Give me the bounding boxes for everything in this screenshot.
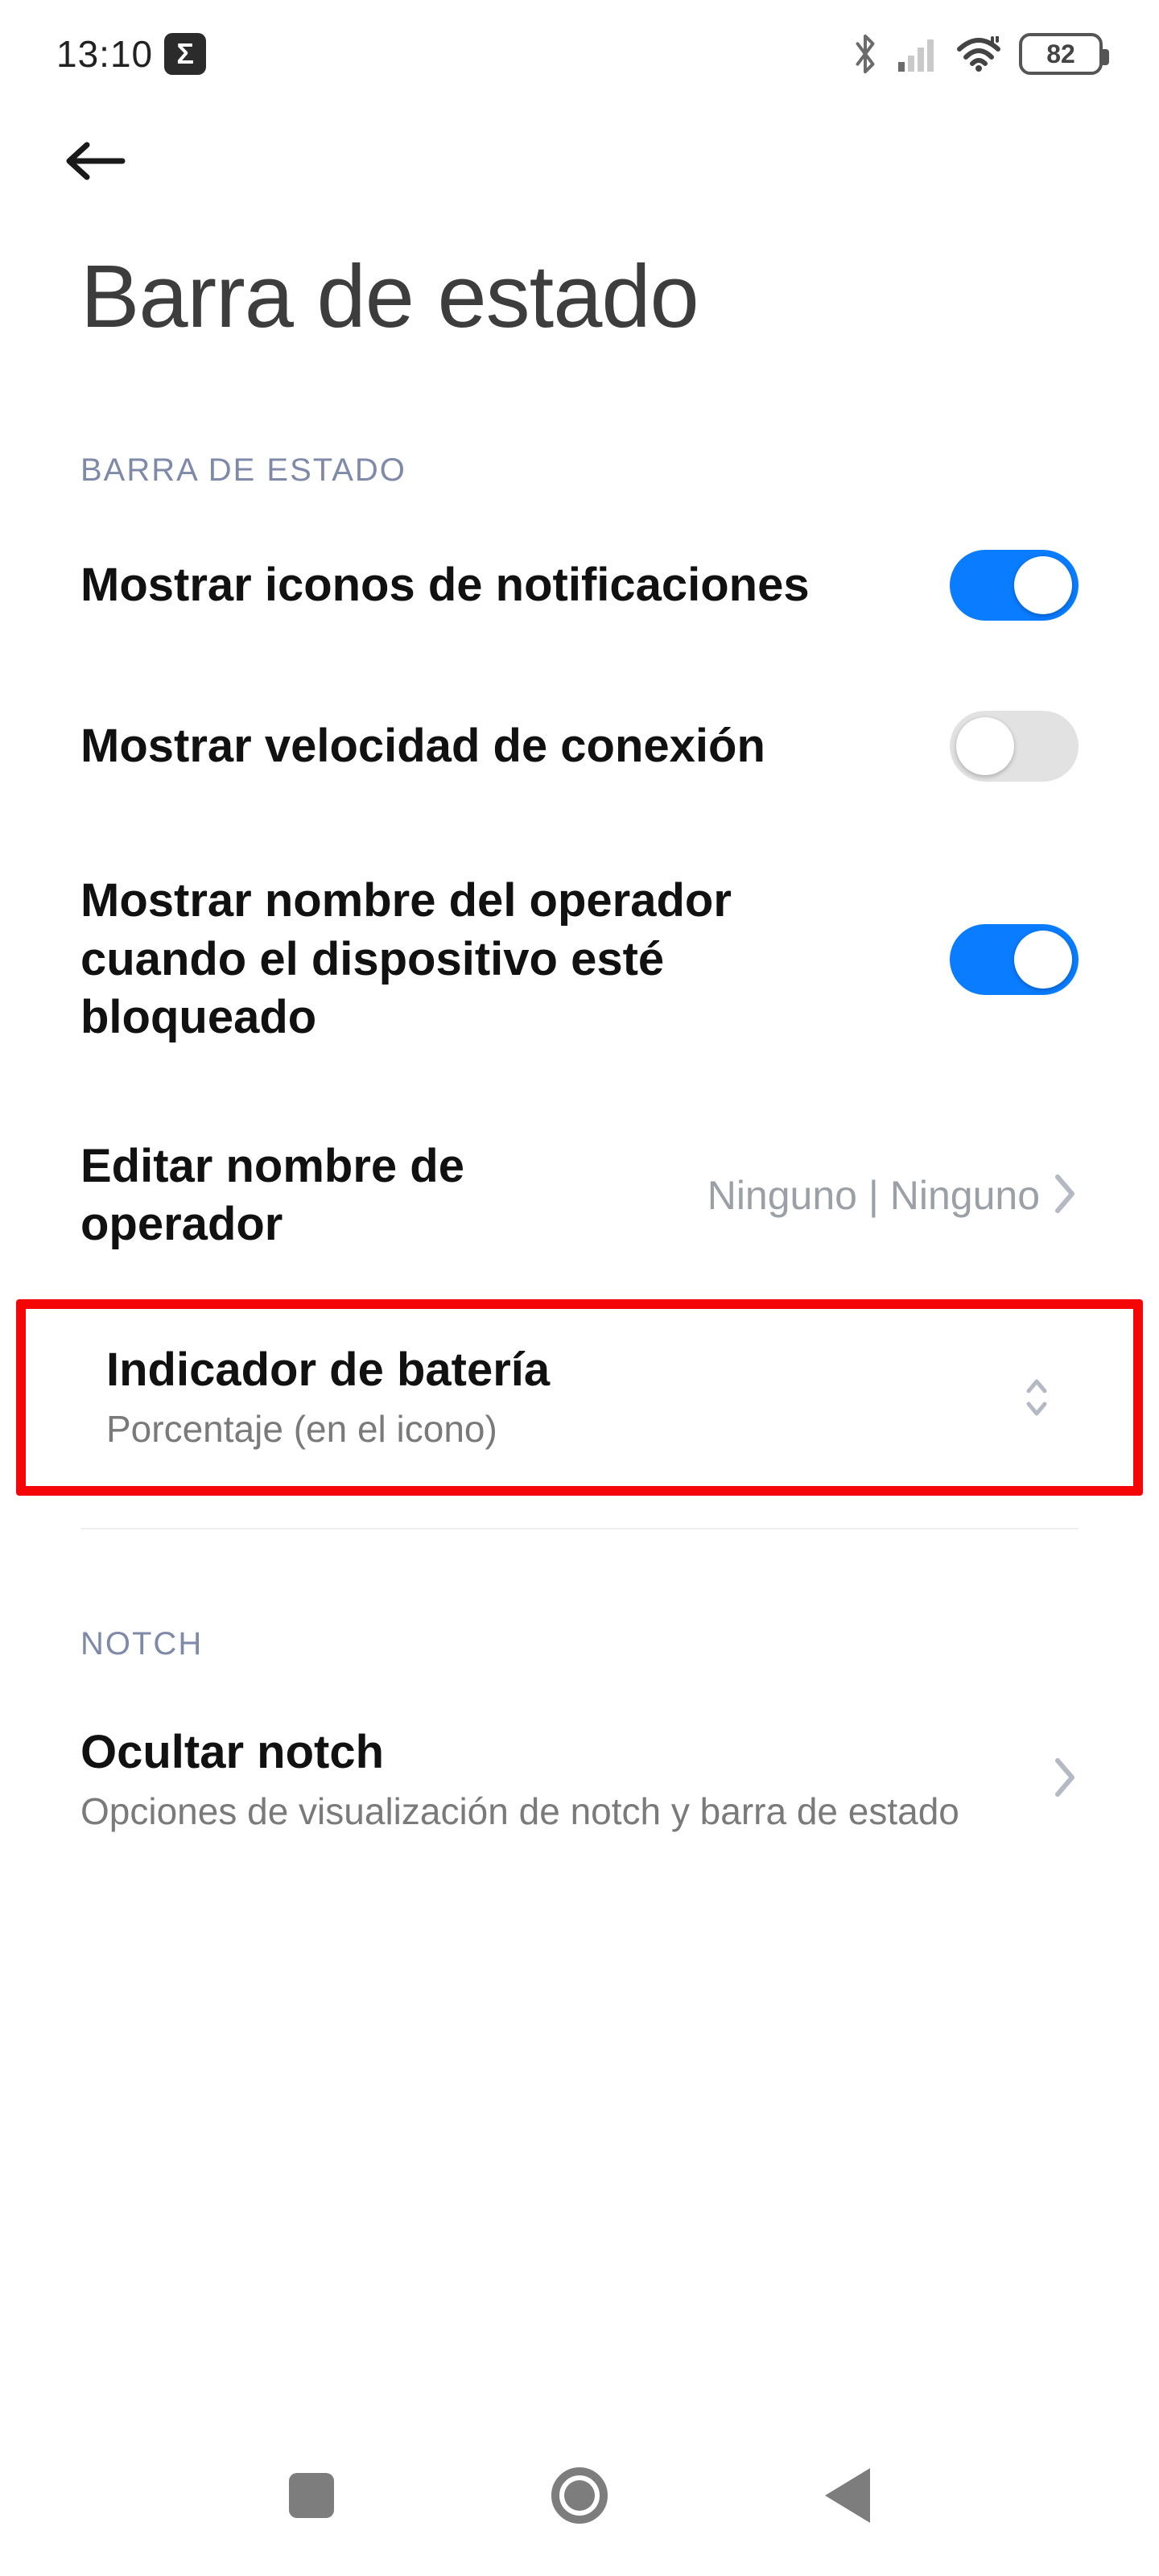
nav-recent-button[interactable]	[279, 2463, 344, 2528]
battery-icon: 82	[1019, 33, 1103, 75]
section-header-notch: NOTCH	[0, 1530, 1159, 1678]
status-right: 82	[850, 33, 1103, 75]
updown-icon	[1021, 1373, 1053, 1422]
row-title: Indicador de batería	[106, 1341, 980, 1400]
row-title: Mostrar nombre del operador cuando el di…	[80, 872, 909, 1047]
row-title: Mostrar iconos de notificaciones	[80, 556, 909, 615]
battery-percent-label: 82	[1046, 39, 1075, 69]
row-subtitle: Porcentaje (en el icono)	[106, 1399, 980, 1454]
row-title: Mostrar velocidad de conexión	[80, 717, 909, 776]
row-battery-indicator[interactable]: Indicador de batería Porcentaje (en el i…	[16, 1299, 1143, 1496]
chevron-right-icon	[1051, 1172, 1079, 1220]
app-sigma-icon: Σ	[164, 33, 206, 75]
row-subtitle: Opciones de visualización de notch y bar…	[80, 1781, 1011, 1836]
bluetooth-icon	[850, 33, 881, 75]
toggle-connection-speed[interactable]	[950, 711, 1079, 782]
row-connection-speed[interactable]: Mostrar velocidad de conexión	[0, 666, 1159, 827]
status-left: 13:10 Σ	[56, 32, 206, 76]
row-notification-icons[interactable]: Mostrar iconos de notificaciones	[0, 505, 1159, 666]
row-title: Editar nombre de operador	[80, 1137, 491, 1254]
carrier-value: Ninguno | Ninguno	[707, 1172, 1040, 1219]
page-title: Barra de estado	[0, 197, 1159, 356]
row-hide-notch[interactable]: Ocultar notch Opciones de visualización …	[0, 1678, 1159, 1881]
row-title: Ocultar notch	[80, 1724, 1011, 1782]
toggle-notification-icons[interactable]	[950, 550, 1079, 621]
status-time: 13:10	[56, 32, 153, 76]
wifi-icon	[956, 36, 1001, 72]
nav-row	[0, 80, 1159, 197]
section-header-statusbar: BARRA DE ESTADO	[0, 356, 1159, 505]
status-bar: 13:10 Σ	[0, 0, 1159, 80]
nav-back-button[interactable]	[815, 2463, 880, 2528]
system-navbar	[0, 2439, 1159, 2576]
toggle-carrier-when-locked[interactable]	[950, 924, 1079, 995]
row-edit-carrier-name[interactable]: Editar nombre de operador Ninguno | Ning…	[0, 1092, 1159, 1299]
back-button[interactable]	[52, 129, 140, 197]
signal-icon	[898, 36, 938, 72]
row-carrier-when-locked[interactable]: Mostrar nombre del operador cuando el di…	[0, 827, 1159, 1092]
nav-home-button[interactable]	[547, 2463, 612, 2528]
chevron-right-icon	[1051, 1756, 1079, 1803]
